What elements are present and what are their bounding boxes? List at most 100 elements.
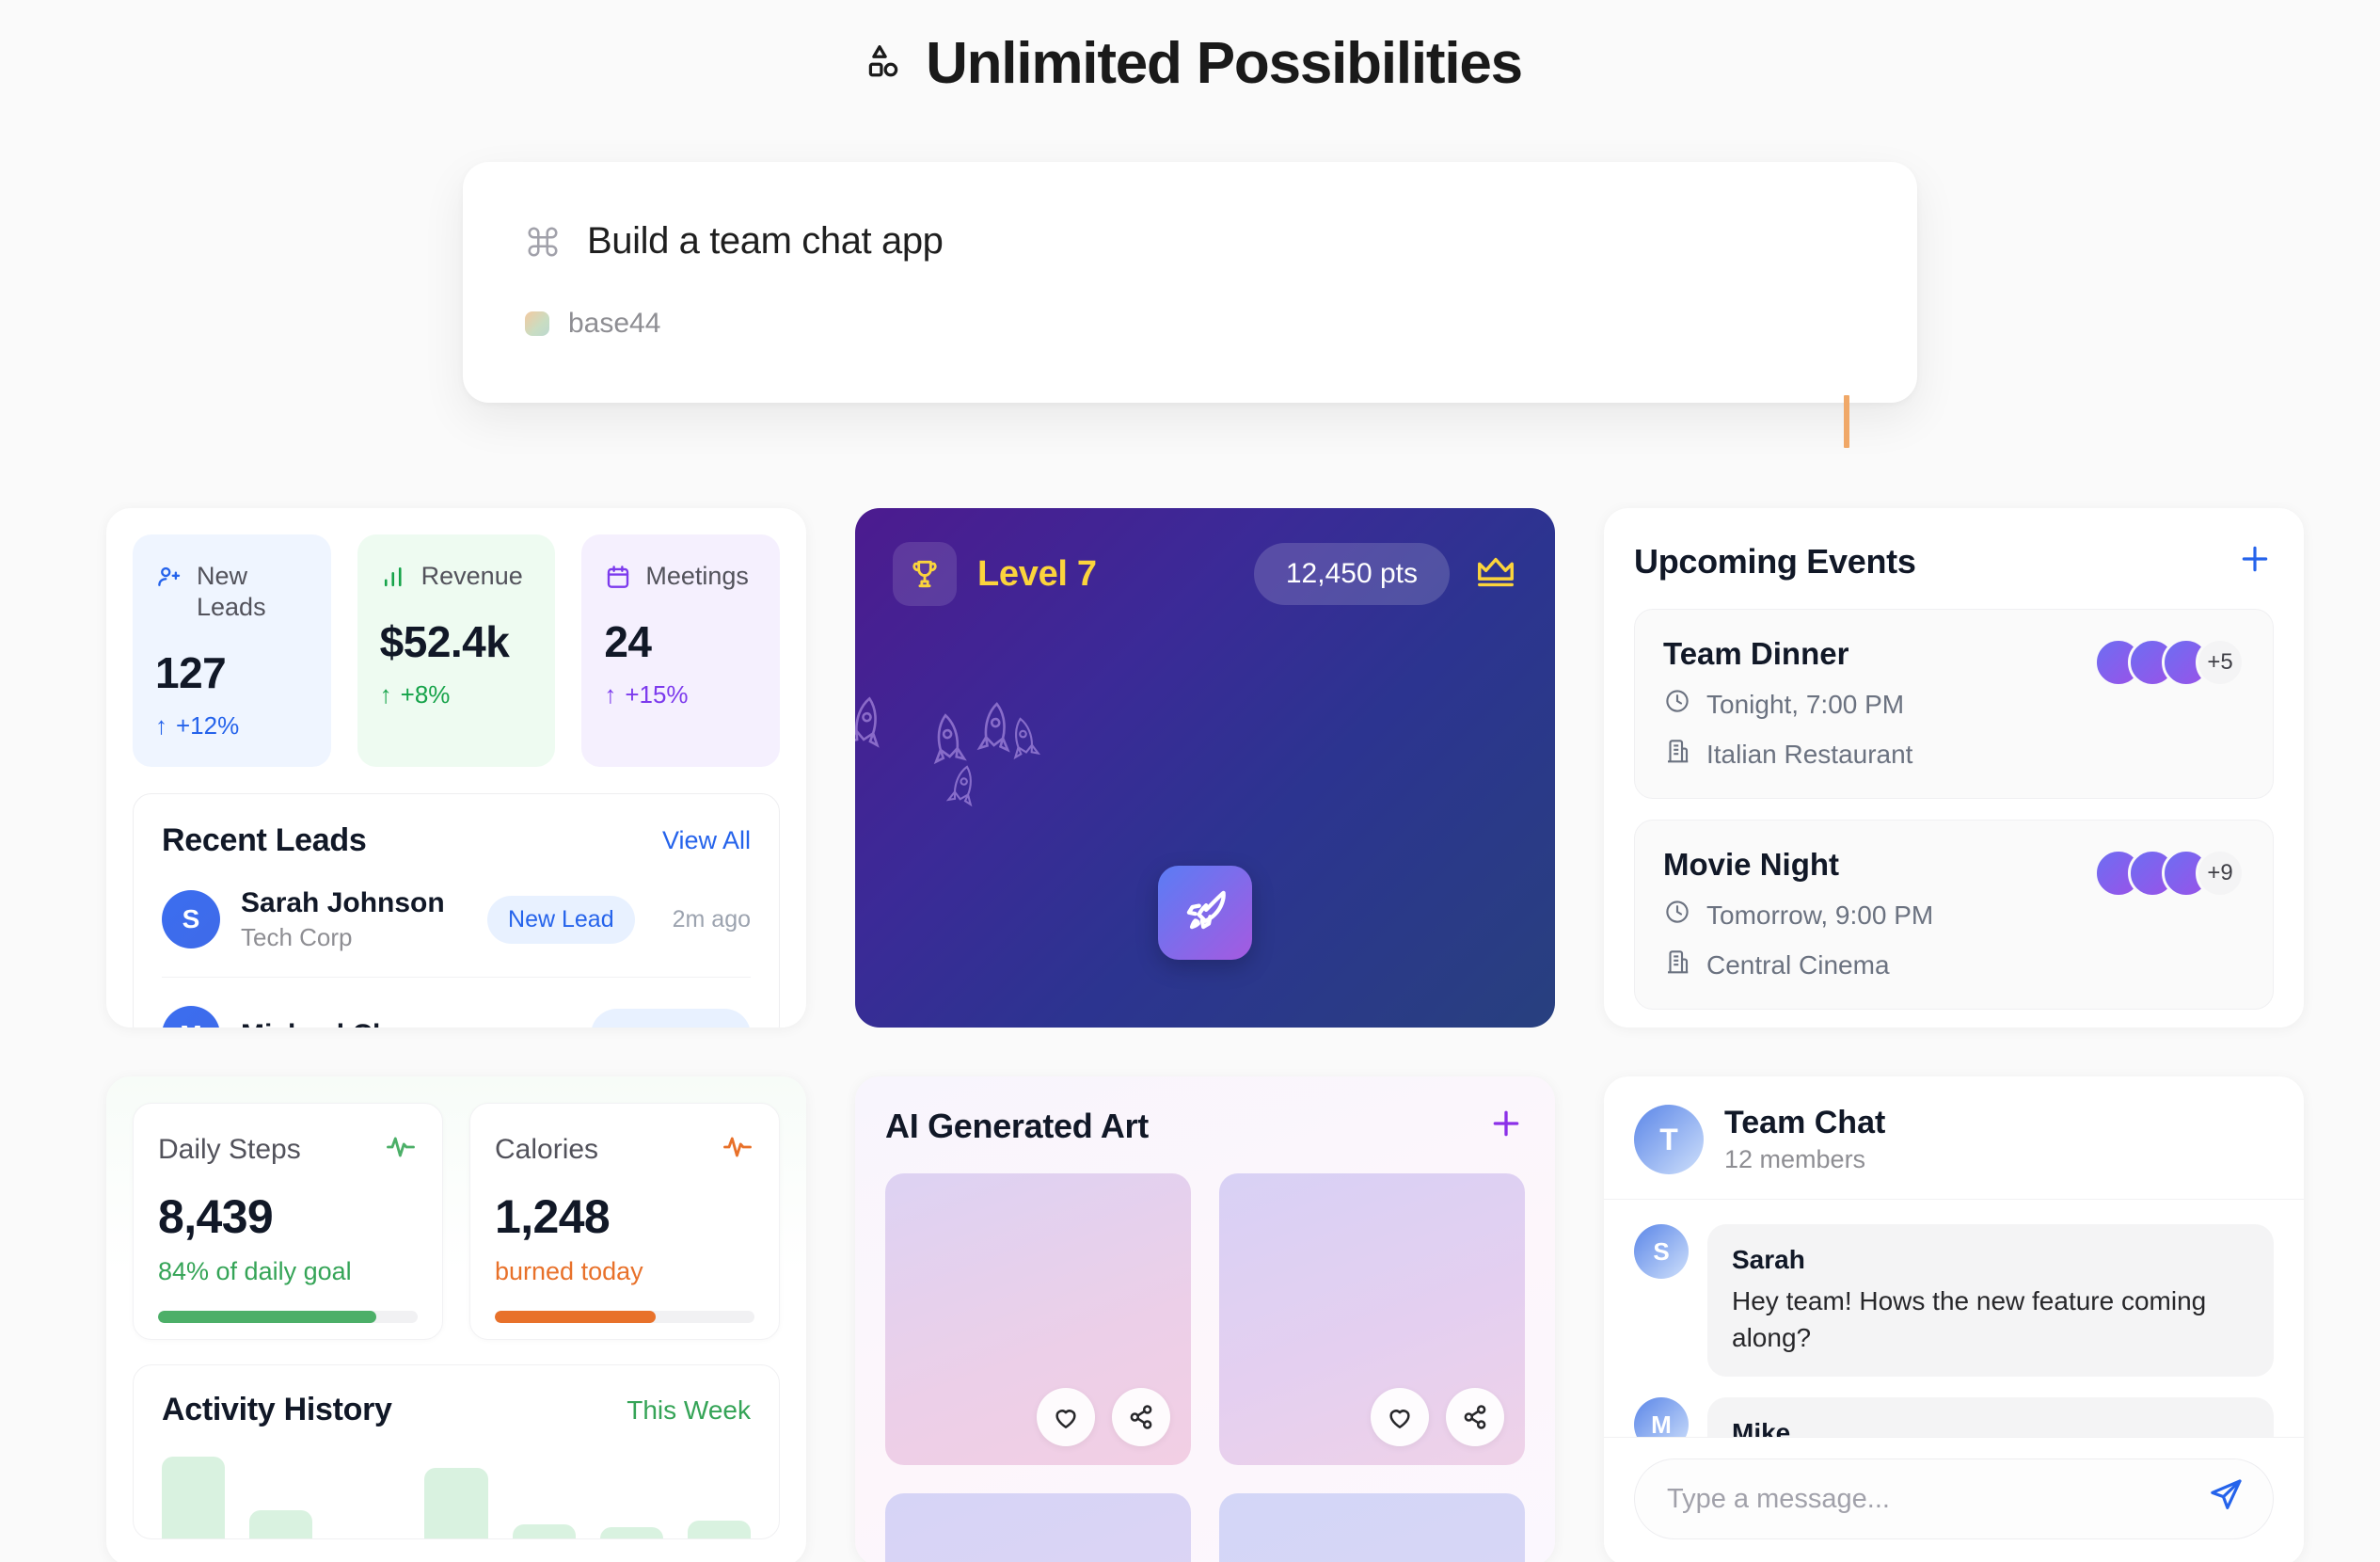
recent-leads-header: Recent Leads View All — [162, 822, 751, 859]
chart-bar — [687, 1520, 751, 1538]
activity-pulse-icon — [721, 1130, 754, 1169]
chat-header-text: Team Chat 12 members — [1724, 1105, 1885, 1174]
attendee-overflow-count: +9 — [2196, 849, 2245, 898]
list-item[interactable]: S Sarah Johnson Tech Corp New Lead 2m ag… — [162, 859, 751, 978]
stat-delta: ↑ +15% — [604, 680, 757, 709]
health-card: Daily Steps 8,439 84% of daily goal Calo… — [106, 1076, 806, 1562]
stat-header: Meetings — [604, 561, 757, 592]
list-item[interactable]: M Michael Chen — [162, 978, 751, 1028]
team-chat-card: T Team Chat 12 members S Sarah Hey team!… — [1604, 1076, 2304, 1562]
metric-header: Daily Steps — [158, 1130, 418, 1169]
level-right-group: 12,450 pts — [1253, 543, 1517, 605]
metric-value: 1,248 — [495, 1190, 611, 1243]
trend-up-icon: ↑ — [155, 710, 167, 740]
metric-header: Calories — [495, 1130, 754, 1169]
rocket-launch-button[interactable] — [1158, 866, 1252, 960]
stat-value: 127 — [155, 647, 227, 697]
stat-card-new-leads[interactable]: New Leads 127 ↑ +12% — [133, 534, 331, 767]
level-title: Level 7 — [977, 553, 1097, 594]
page-title: Unlimited Possibilities — [926, 31, 1523, 96]
event-location-row: Italian Restaurant — [1663, 737, 2245, 772]
clock-icon — [1663, 687, 1691, 722]
event-location-row: Central Cinema — [1663, 948, 2245, 982]
progress-track — [158, 1311, 418, 1323]
clock-icon — [1663, 898, 1691, 932]
shapes-icon — [858, 40, 901, 88]
prompt-input-text[interactable]: Build a team chat app — [587, 220, 944, 263]
plus-icon[interactable] — [2236, 540, 2274, 582]
message-bubble: Mike — [1707, 1397, 2274, 1437]
page-header: Unlimited Possibilities — [0, 0, 2380, 104]
stats-row: New Leads 127 ↑ +12% Revenue $52.4k ↑ +8… — [133, 534, 780, 767]
chat-title: Team Chat — [1724, 1105, 1886, 1140]
status-badge: New Lead — [487, 895, 635, 944]
share-icon[interactable] — [1446, 1388, 1504, 1446]
prompt-card[interactable]: Build a team chat app base44 — [463, 162, 1917, 448]
avatar: T — [1634, 1105, 1704, 1174]
art-tile-actions — [1371, 1388, 1504, 1446]
message-input[interactable]: Type a message... — [1634, 1458, 2274, 1539]
events-header: Upcoming Events — [1634, 540, 2274, 582]
points-badge: 12,450 pts — [1253, 543, 1450, 605]
prompt-row: Build a team chat app — [525, 220, 1855, 263]
send-icon[interactable] — [2207, 1476, 2245, 1522]
avatar: S — [1634, 1224, 1689, 1279]
event-location: Italian Restaurant — [1706, 739, 1913, 769]
chart-bar — [599, 1527, 663, 1538]
stat-delta: ↑ +8% — [380, 680, 533, 709]
event-time-row: Tomorrow, 9:00 PM — [1663, 898, 2245, 932]
stat-delta-value: +15% — [625, 679, 689, 709]
attendee-avatars: +5 — [2094, 638, 2245, 687]
message-input-placeholder: Type a message... — [1667, 1483, 1890, 1514]
message-text: Hey team! Hows the new feature coming al… — [1732, 1286, 2207, 1353]
event-item[interactable]: Movie Night Tomorrow, 9:00 PM Central Ci… — [1634, 820, 2274, 1010]
command-icon — [525, 224, 561, 260]
stat-delta-value: +12% — [176, 710, 240, 740]
metric-card-calories[interactable]: Calories 1,248 burned today — [469, 1103, 780, 1340]
stat-value: $52.4k — [379, 616, 510, 666]
stat-card-meetings[interactable]: Meetings 24 ↑ +15% — [581, 534, 780, 767]
stat-label: New Leads — [197, 562, 266, 621]
art-tile-actions — [1037, 1388, 1170, 1446]
trend-up-icon: ↑ — [604, 679, 617, 709]
building-icon — [1663, 948, 1691, 982]
rocket-icon — [1180, 885, 1230, 941]
metric-value: 8,439 — [158, 1190, 274, 1243]
art-tile[interactable] — [1219, 1493, 1525, 1562]
plus-icon[interactable] — [1487, 1105, 1525, 1147]
heart-icon[interactable] — [1371, 1388, 1429, 1446]
stat-label: Meetings — [645, 562, 749, 590]
stat-label: Revenue — [420, 562, 523, 590]
art-tile[interactable] — [885, 1173, 1191, 1465]
chart-bar — [249, 1510, 313, 1538]
stat-delta: ↑ +12% — [155, 711, 309, 741]
metric-label: Daily Steps — [158, 1133, 301, 1165]
view-all-link[interactable]: View All — [662, 826, 751, 855]
heart-icon[interactable] — [1037, 1388, 1095, 1446]
app-root: Unlimited Possibilities Build a team cha… — [0, 0, 2380, 1562]
lead-details: Sarah Johnson Tech Corp — [241, 887, 467, 952]
trend-up-icon: ↑ — [379, 679, 392, 709]
chat-messages: S Sarah Hey team! Hows the new feature c… — [1604, 1200, 2304, 1437]
level-left-group: Level 7 — [893, 542, 1097, 606]
event-time: Tomorrow, 9:00 PM — [1706, 900, 1934, 930]
event-time-row: Tonight, 7:00 PM — [1663, 687, 2245, 722]
prompt-source-label: base44 — [568, 308, 661, 339]
art-grid — [885, 1173, 1525, 1562]
chat-message: M Mike — [1634, 1397, 2274, 1437]
activity-range-label[interactable]: This Week — [627, 1395, 751, 1426]
progress-fill — [158, 1311, 376, 1323]
art-tile[interactable] — [1219, 1173, 1525, 1465]
level-gamification-card[interactable]: Level 7 12,450 pts — [855, 508, 1555, 1028]
art-header: AI Generated Art — [885, 1105, 1525, 1147]
metric-card-daily-steps[interactable]: Daily Steps 8,439 84% of daily goal — [133, 1103, 443, 1340]
chat-member-count: 12 members — [1724, 1145, 1866, 1173]
stat-card-revenue[interactable]: Revenue $52.4k ↑ +8% — [357, 534, 556, 767]
rocket-pattern-decoration — [855, 696, 1041, 807]
art-tile[interactable] — [885, 1493, 1191, 1562]
event-item[interactable]: Team Dinner Tonight, 7:00 PM Italian Res… — [1634, 609, 2274, 799]
avatar: M — [1634, 1397, 1689, 1437]
chat-input-area: Type a message... — [1604, 1437, 2304, 1562]
share-icon[interactable] — [1112, 1388, 1170, 1446]
lead-name: Sarah Johnson — [241, 886, 445, 918]
